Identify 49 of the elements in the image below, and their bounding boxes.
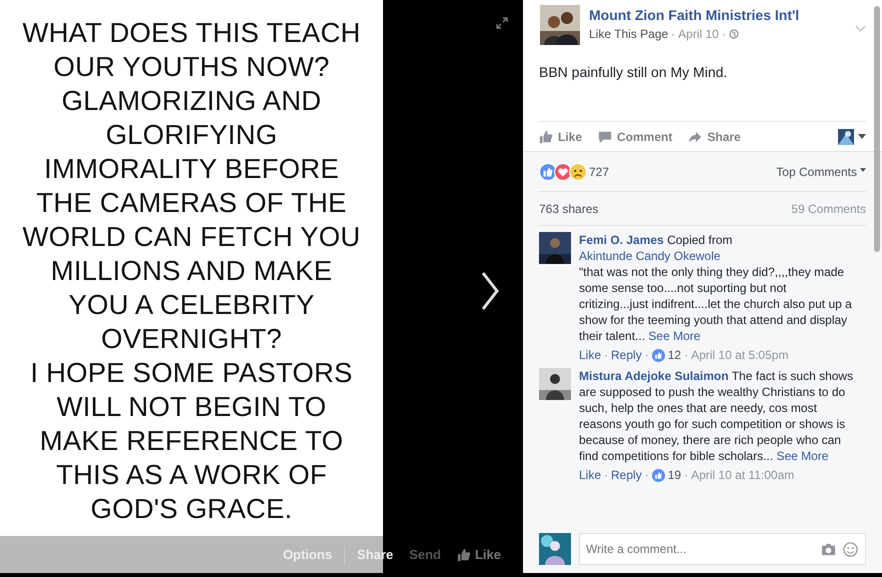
- see-more-link[interactable]: See More: [648, 329, 700, 343]
- sad-reaction-icon: [569, 162, 587, 180]
- like-reaction-icon: [652, 348, 665, 362]
- page-name-link[interactable]: Mount Zion Faith Ministries Int'l: [589, 6, 846, 25]
- separator-dot: ·: [722, 27, 726, 41]
- top-comments-dropdown[interactable]: Top Comments: [776, 164, 866, 178]
- reaction-count[interactable]: 727: [589, 164, 610, 178]
- caret-icon[interactable]: [858, 134, 866, 139]
- like-reaction-icon: [652, 468, 665, 482]
- like-count[interactable]: 12: [668, 347, 682, 363]
- comment-text: Mistura Adejoke Sulaimon The fact is such shows are supposed to push the wealthy Christians to do such, help the ones that are needy, cos most reasons youth go for such competition or shows is because of money, there are rich people who can find competitions for bible scholars... See More: [579, 368, 854, 464]
- like-reaction-icon: [539, 162, 557, 180]
- share-button[interactable]: Share: [688, 130, 741, 144]
- source-link[interactable]: Akintunde Candy Okewole: [579, 249, 720, 263]
- separator-dot: ·: [684, 347, 688, 363]
- shares-count[interactable]: 763 shares: [539, 202, 598, 216]
- like-page-link[interactable]: Like This Page: [589, 27, 668, 41]
- globe-icon: [728, 29, 739, 39]
- reply-link[interactable]: Reply: [611, 347, 642, 363]
- separator-dot: ·: [604, 467, 608, 483]
- like-count[interactable]: 19: [668, 467, 682, 483]
- like-button[interactable]: Like: [448, 547, 509, 562]
- post-date: April 10: [678, 27, 719, 41]
- reply-link[interactable]: Reply: [611, 467, 642, 483]
- comment-input[interactable]: Write a comment...: [579, 533, 866, 565]
- author-link[interactable]: Femi O. James: [579, 233, 664, 247]
- like-link[interactable]: Like: [579, 347, 602, 363]
- post-text: BBN painfully still on My Mind.: [539, 64, 728, 82]
- separator-dot: ·: [671, 27, 676, 41]
- caret-icon: [860, 168, 866, 172]
- like-link[interactable]: Like: [579, 467, 602, 483]
- camera-icon[interactable]: [821, 542, 836, 557]
- see-more-link[interactable]: See More: [776, 449, 828, 463]
- separator-dot: ·: [604, 347, 608, 363]
- comment-button[interactable]: Comment: [598, 130, 672, 144]
- separator-dot: ·: [644, 347, 649, 363]
- expand-icon[interactable]: [496, 17, 508, 29]
- comment-text: Femi O. James Copied from Akintunde Candy Okewole "that was not the only thing they did?,,,,they made some sense too....not suporting but not critizing...just indifrent....let the church also put up a show for the teeming youth that attend and display their talent... See More: [579, 232, 853, 344]
- author-link[interactable]: Mistura Adejoke Sulaimon: [579, 369, 729, 383]
- smiley-icon[interactable]: [843, 542, 858, 557]
- thumbs-up-icon: [456, 548, 471, 562]
- love-reaction-icon: [554, 162, 572, 180]
- separator-dot: ·: [684, 467, 688, 483]
- speech-bubble-icon: [598, 130, 612, 144]
- separator-dot: ·: [644, 467, 649, 483]
- like-button[interactable]: Like: [539, 130, 582, 144]
- arrow-icon: [688, 130, 702, 144]
- photo-text: WHAT DOES THIS TEACH OUR YOUTHS NOW? GLAMORIZING AND GLORIFYING IMMORALITY BEFORE THE CAMERAS OF THE WORLD CAN FETCH YOU MILLIONS AND MAKE YOU A CELEBRITY OVERNIGHT? I HOPE SOME PASTORS WILL NOT BEGIN TO MAKE REFERENCE TO THIS AS A WORK OF GOD'S GRACE.: [21, 16, 362, 526]
- thumbs-up-icon: [539, 130, 553, 144]
